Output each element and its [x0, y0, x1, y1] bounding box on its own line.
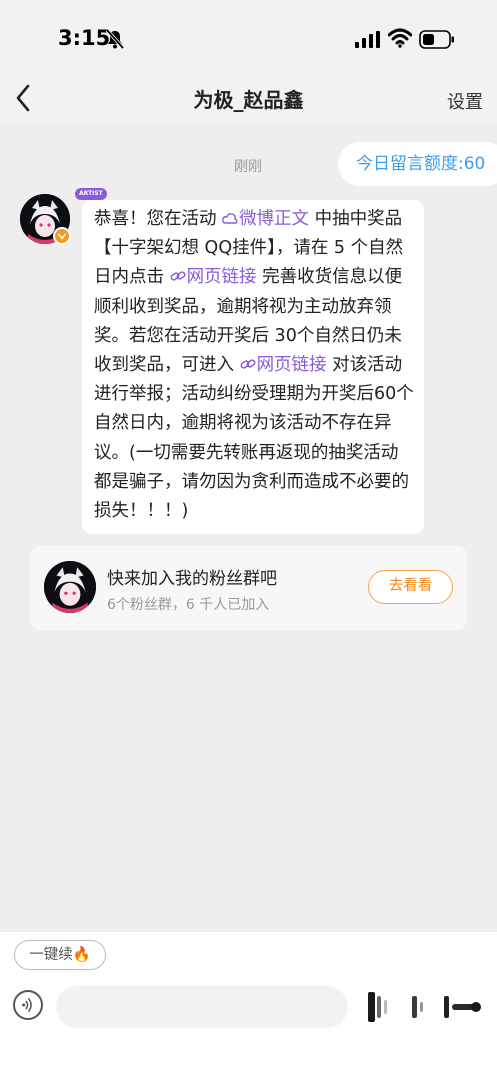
battery-icon [419, 30, 454, 49]
toolbar-icons[interactable] [360, 990, 486, 1024]
web-link-1[interactable]: 网页链接 [170, 267, 257, 287]
weibo-cloud-icon [222, 213, 238, 224]
message-text-1: 恭喜！您在活动 [94, 209, 223, 229]
web-link-2[interactable]: 网页链接 [240, 355, 327, 375]
message-text-4: 对该活动进行举报；活动纠纷受理期为开奖后60个自然日内，逾期将视为该活动不存在异… [94, 355, 414, 522]
chat-area[interactable]: 刚刚 今日留言额度:60 ARTIST 恭喜！您在活动 微博正文 中抽中奖品【十… [0, 124, 497, 932]
status-time: 3:15 [58, 26, 111, 50]
page-title: 为极_赵品鑫 [193, 88, 304, 112]
settings-button[interactable]: 设置 [447, 88, 483, 114]
nav-header: 为极_赵品鑫 设置 [0, 72, 497, 124]
web-link-1-label: 网页链接 [186, 267, 257, 288]
view-fan-groups-button[interactable]: 去看看 [368, 570, 453, 604]
wifi-icon [388, 28, 412, 48]
weibo-post-link[interactable]: 微博正文 [222, 209, 309, 229]
status-bar: 3:15 [0, 0, 497, 72]
voice-input-icon[interactable] [13, 990, 43, 1020]
bell-muted-icon [106, 29, 124, 49]
chain-link-icon [170, 271, 186, 282]
message-input[interactable] [56, 986, 348, 1028]
composer-bar: 一键续🔥 [0, 932, 497, 1080]
chain-link-icon [240, 359, 256, 369]
fan-group-subtitle: 6个粉丝群，6 千人已加入 [107, 597, 270, 613]
verified-badge-icon [53, 227, 71, 245]
fan-group-card[interactable]: 快来加入我的粉丝群吧 6个粉丝群，6 千人已加入 去看看 [30, 546, 467, 630]
chat-screen: 3:15 为极_赵品鑫 设置 刚刚 今日留言额度:60 ARTIST 恭喜！您在… [0, 0, 497, 1080]
artist-badge: ARTIST [75, 188, 107, 200]
fan-group-avatar [44, 561, 96, 613]
message-timestamp: 刚刚 [234, 159, 262, 175]
fan-group-title: 快来加入我的粉丝群吧 [107, 569, 277, 589]
cellular-signal-icon [355, 31, 380, 48]
weibo-post-link-label: 微博正文 [239, 209, 310, 229]
quick-reply-chip[interactable]: 一键续🔥 [14, 940, 106, 970]
sender-avatar[interactable]: ARTIST [20, 188, 107, 246]
web-link-2-label: 网页链接 [256, 355, 327, 376]
message-quota-pill: 今日留言额度:60 [338, 142, 497, 186]
message-bubble: 恭喜！您在活动 微博正文 中抽中奖品【十字架幻想 QQ挂件】，请在 5 个自然日… [82, 200, 424, 535]
